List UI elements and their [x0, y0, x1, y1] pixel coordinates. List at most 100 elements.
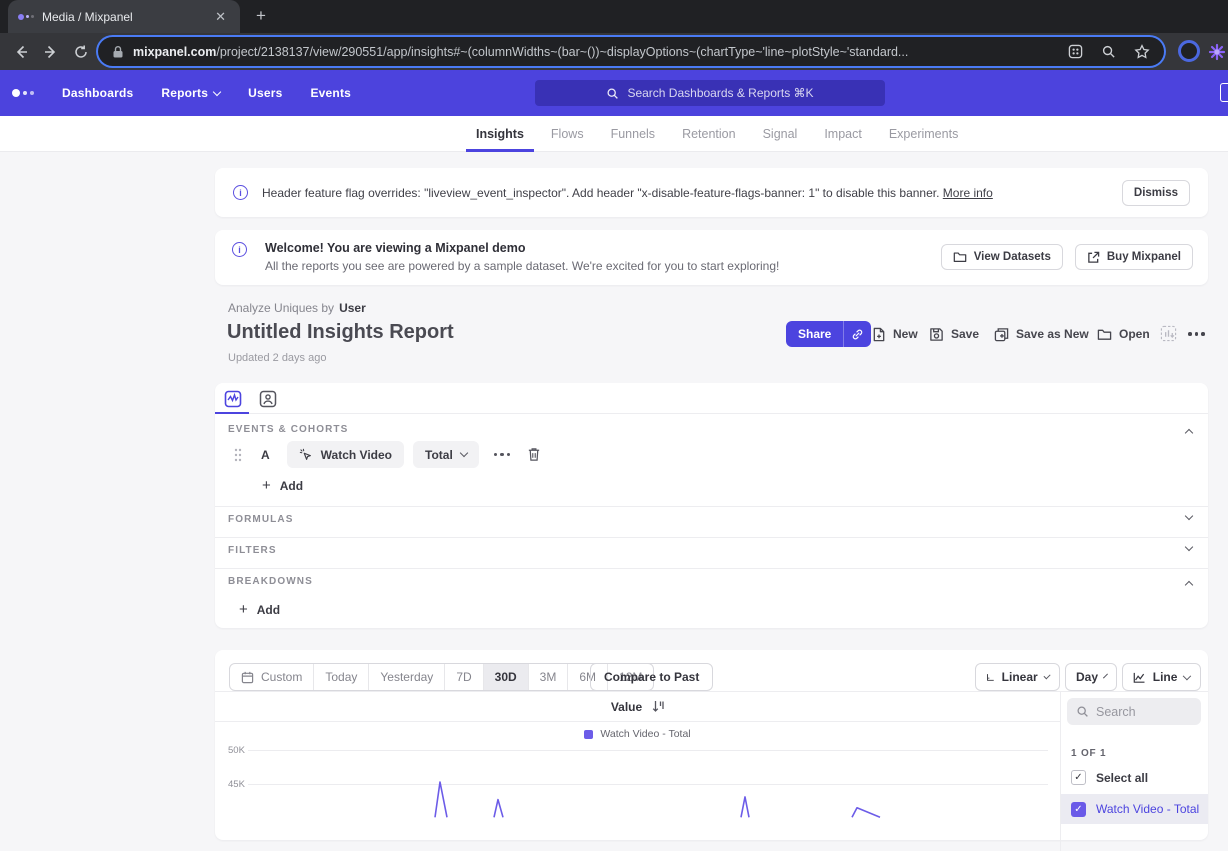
range-today[interactable]: Today — [313, 664, 368, 690]
browser-tab-title: Media / Mixpanel — [42, 10, 211, 24]
chevron-down-icon — [1043, 672, 1050, 679]
global-search-input[interactable]: Search Dashboards & Reports ⌘K — [535, 80, 885, 106]
open-button[interactable]: Open — [1097, 321, 1150, 347]
event-chip[interactable]: Watch Video — [287, 441, 404, 468]
events-metrics-tab[interactable] — [224, 390, 242, 408]
trash-icon[interactable] — [527, 447, 541, 462]
address-bar[interactable]: mixpanel.com/project/2138137/view/290551… — [98, 37, 1164, 66]
line-chart-icon — [1133, 671, 1146, 684]
link-icon — [851, 328, 864, 341]
range-7d[interactable]: 7D — [444, 664, 482, 690]
new-tab-button[interactable]: + — [250, 6, 272, 28]
report-more-options[interactable] — [1188, 332, 1205, 336]
interval-dropdown[interactable]: Day — [1065, 663, 1117, 691]
chart-card: Custom Today Yesterday 7D 30D 3M 6M 12M … — [215, 650, 1208, 840]
select-all-row[interactable]: ✓ Select all — [1071, 770, 1148, 785]
line-chart-plot[interactable]: 50K 45K — [215, 745, 1060, 840]
linear-axis-icon — [986, 671, 995, 684]
bookmark-star-icon[interactable] — [1134, 44, 1150, 60]
tab-signal[interactable]: Signal — [763, 116, 798, 152]
share-split-button: Share — [786, 321, 871, 347]
range-30d[interactable]: 30D — [483, 664, 528, 690]
scale-dropdown[interactable]: Linear — [975, 663, 1060, 691]
feature-flag-banner: i Header feature flag overrides: "livevi… — [215, 168, 1208, 217]
save-button[interactable]: Save — [929, 321, 979, 347]
nav-dashboards[interactable]: Dashboards — [62, 86, 133, 100]
forward-icon[interactable] — [38, 39, 64, 65]
url-path: /project/2138137/view/290551/app/insight… — [216, 45, 1058, 59]
collapse-breakdowns-icon[interactable] — [1185, 581, 1193, 589]
compare-to-past-button[interactable]: Compare to Past — [590, 663, 713, 691]
share-button[interactable]: Share — [786, 321, 843, 347]
browser-profile-avatar[interactable] — [1178, 40, 1200, 62]
extension-asterisk-icon[interactable] — [1204, 39, 1228, 65]
line-chart-svg — [215, 745, 1060, 840]
lock-icon — [112, 45, 124, 59]
browser-tab[interactable]: Media / Mixpanel ✕ — [8, 0, 240, 33]
range-custom[interactable]: Custom — [230, 664, 313, 690]
person-icon — [259, 390, 277, 408]
series-search-input[interactable]: Search — [1067, 698, 1201, 725]
copy-link-button[interactable] — [843, 321, 871, 347]
save-icon — [929, 327, 944, 342]
filters-label: FILTERS — [228, 545, 277, 556]
pulse-chart-icon — [224, 390, 242, 408]
chevron-down-icon — [1103, 673, 1108, 678]
tab-insights[interactable]: Insights — [476, 116, 524, 152]
event-more-options[interactable] — [494, 453, 511, 457]
chevron-down-icon — [1183, 671, 1191, 679]
profiles-tab[interactable] — [259, 390, 277, 408]
drag-handle-icon[interactable] — [234, 448, 242, 462]
buy-mixpanel-button[interactable]: Buy Mixpanel — [1075, 244, 1193, 270]
series-sidebar: Search 1 OF 1 ✓ Select all ✓ Watch Video… — [1061, 691, 1208, 851]
expand-formulas-icon[interactable] — [1185, 512, 1193, 520]
range-3m[interactable]: 3M — [528, 664, 568, 690]
add-event-button[interactable]: +Add — [262, 479, 303, 493]
aggregation-chip[interactable]: Total — [413, 441, 479, 468]
more-info-link[interactable]: More info — [943, 186, 993, 200]
tab-funnels[interactable]: Funnels — [611, 116, 655, 152]
legend-swatch — [584, 730, 593, 739]
view-datasets-button[interactable]: View Datasets — [941, 244, 1063, 270]
builder-tabs — [215, 383, 1208, 414]
range-yesterday[interactable]: Yesterday — [368, 664, 444, 690]
welcome-subtitle: All the reports you see are powered by a… — [265, 259, 779, 273]
event-row: A Watch Video Total — [234, 441, 541, 468]
formulas-label: FORMULAS — [228, 514, 293, 525]
legend-label: Watch Video - Total — [600, 728, 690, 740]
new-report-button[interactable]: New — [872, 321, 918, 347]
dismiss-button[interactable]: Dismiss — [1122, 180, 1190, 206]
series-checkbox[interactable]: ✓ — [1071, 802, 1086, 817]
query-builder-card: EVENTS & COHORTS A Watch Video Total — [215, 383, 1208, 628]
mixpanel-logo[interactable] — [12, 89, 46, 97]
browser-toolbar: mixpanel.com/project/2138137/view/290551… — [0, 33, 1228, 70]
collapse-events-icon[interactable] — [1185, 429, 1193, 437]
series-row-watch-video[interactable]: ✓ Watch Video - Total — [1061, 794, 1208, 824]
select-all-checkbox[interactable]: ✓ — [1071, 770, 1086, 785]
value-column-header[interactable]: Value — [215, 692, 1060, 722]
nav-users[interactable]: Users — [248, 86, 282, 100]
tab-experiments[interactable]: Experiments — [889, 116, 958, 152]
external-link-icon — [1087, 251, 1100, 264]
tab-close-icon[interactable]: ✕ — [211, 9, 230, 25]
chart-type-dropdown[interactable]: Line — [1122, 663, 1201, 691]
nav-events[interactable]: Events — [310, 86, 351, 100]
reload-icon[interactable] — [68, 39, 94, 65]
expand-filters-icon[interactable] — [1185, 543, 1193, 551]
tab-groups-icon[interactable] — [1068, 44, 1083, 59]
search-icon — [606, 87, 619, 100]
back-icon[interactable] — [8, 39, 34, 65]
chart-legend[interactable]: Watch Video - Total — [215, 728, 1060, 740]
tab-retention[interactable]: Retention — [682, 116, 736, 152]
tab-flows[interactable]: Flows — [551, 116, 584, 152]
search-url-icon[interactable] — [1101, 44, 1116, 59]
tab-impact[interactable]: Impact — [824, 116, 862, 152]
save-as-new-button[interactable]: Save as New — [994, 321, 1089, 347]
nav-reports[interactable]: Reports — [161, 86, 220, 100]
add-breakdown-button[interactable]: +Add — [239, 603, 280, 617]
analyze-value[interactable]: User — [339, 301, 366, 315]
report-title[interactable]: Untitled Insights Report — [227, 321, 454, 344]
add-to-dashboard-icon[interactable] — [1160, 325, 1177, 342]
nav-right-partial-icon[interactable] — [1220, 83, 1228, 102]
welcome-title: Welcome! You are viewing a Mixpanel demo — [265, 241, 526, 255]
